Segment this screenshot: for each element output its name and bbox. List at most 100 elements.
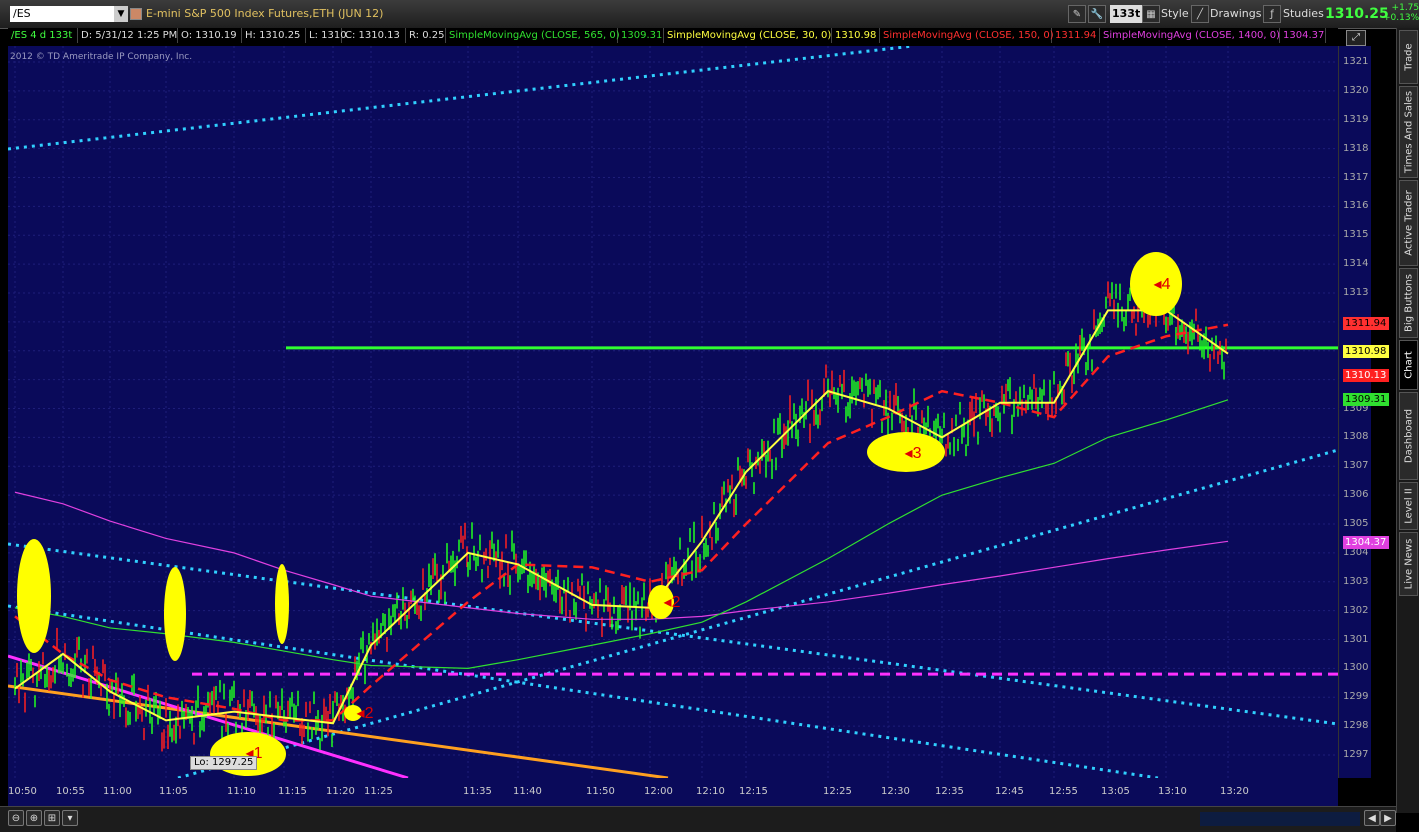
sma30-value: 1310.98 — [832, 28, 880, 43]
price-tick: 1318 — [1343, 142, 1369, 154]
annotation-ellipse — [275, 564, 289, 644]
trend-line-dotted — [177, 448, 1338, 778]
side-tab-active-trader[interactable]: Active Trader — [1399, 180, 1418, 266]
price-tick: 1299 — [1343, 691, 1369, 703]
crosshair-icon[interactable]: ✎ — [1068, 5, 1086, 23]
zoom-fit-icon[interactable]: ⊞ — [44, 810, 60, 826]
sma30-line — [14, 309, 1229, 725]
sma565-line — [14, 399, 1229, 669]
time-tick: 12:00 — [644, 786, 673, 797]
sma30-price-label: 1310.98 — [1343, 345, 1389, 358]
time-tick: 11:15 — [278, 786, 307, 797]
price-tick: 1320 — [1343, 84, 1369, 96]
drawings-icon[interactable]: ╱ — [1191, 5, 1209, 23]
side-tab-bar: Trade Times And Sales Active Trader Big But… — [1396, 28, 1419, 813]
chart-scrollbar[interactable] — [1200, 812, 1360, 826]
side-tab-chart[interactable]: Chart — [1399, 340, 1418, 390]
copyright-text: 2012 © TD Ameritrade IP Company, Inc. — [10, 52, 193, 62]
side-tab-label: Chart — [1403, 351, 1414, 379]
bottom-toolbar: ⊖ ⊕ ⊞ ▾ ◀ ▶ — [0, 806, 1396, 832]
side-tab-label: Live News — [1403, 538, 1414, 590]
chart-name: /ES 4 d 133t — [8, 28, 78, 43]
annotation-ellipse — [17, 539, 51, 653]
study-info-bar: /ES 4 d 133t D: 5/31/12 1:25 PM O: 1310.… — [8, 28, 1338, 44]
style-button[interactable]: Style — [1161, 5, 1189, 23]
price-tick: 1297 — [1343, 749, 1369, 760]
zoom-in-icon[interactable]: ⊕ — [26, 810, 42, 826]
price-chart: ◂1◂2◂2◂3◂4 — [8, 46, 1338, 778]
scroll-right-icon[interactable]: ▶ — [1380, 810, 1396, 826]
aggregation-badge[interactable]: 133t — [1110, 5, 1143, 23]
time-tick: 11:50 — [586, 786, 615, 797]
side-tab-times-and-sales[interactable]: Times And Sales — [1399, 86, 1418, 178]
bar-close: C: 1310.13 — [342, 28, 406, 43]
symbol-input[interactable]: /ES — [10, 6, 114, 22]
price-tick: 1319 — [1343, 113, 1369, 125]
side-tab-label: Big Buttons — [1403, 274, 1414, 332]
time-tick: 11:25 — [364, 786, 393, 797]
side-tab-label: Active Trader — [1403, 190, 1414, 256]
time-tick: 12:10 — [696, 786, 725, 797]
symbol-dropdown-icon[interactable]: ▼ — [114, 6, 128, 22]
sma150-line — [14, 323, 1229, 722]
change-pct: +0.13% — [1383, 13, 1419, 23]
price-tick: 1303 — [1343, 575, 1369, 587]
price-tick: 1306 — [1343, 489, 1369, 501]
price-tick: 1315 — [1343, 229, 1369, 241]
price-axis[interactable]: 1321132013191318131713161315131413131312… — [1338, 46, 1371, 778]
annotation-number: ◂4 — [1154, 276, 1171, 293]
grid-icon[interactable]: ▦ — [1142, 5, 1160, 23]
time-tick: 11:40 — [513, 786, 542, 797]
price-tick: 1302 — [1343, 604, 1369, 616]
side-tab-label: Times And Sales — [1403, 90, 1414, 174]
side-tab-level-ii[interactable]: Level II — [1399, 482, 1418, 530]
low-label: Lo: 1297.25 — [190, 756, 258, 770]
last-price: 1310.25 — [1325, 6, 1389, 22]
time-tick: 10:50 — [8, 786, 37, 797]
symbol-description: E-mini S&P 500 Index Futures,ETH (JUN 12… — [146, 7, 384, 20]
price-tick: 1314 — [1343, 258, 1369, 270]
studies-icon[interactable]: ƒ — [1263, 5, 1281, 23]
annotation-ellipse — [164, 567, 186, 661]
price-tick: 1321 — [1343, 56, 1369, 67]
time-tick: 12:55 — [1049, 786, 1078, 797]
side-tab-dashboard[interactable]: Dashboard — [1399, 392, 1418, 480]
symbol-info-icon[interactable] — [130, 8, 142, 20]
time-tick: 12:30 — [881, 786, 910, 797]
price-tick: 1305 — [1343, 518, 1369, 529]
sma30-label: SimpleMovingAvg (CLOSE, 30, 0) — [664, 28, 832, 43]
time-tick: 13:10 — [1158, 786, 1187, 797]
price-tick: 1298 — [1343, 720, 1369, 732]
bar-range: R: 0.25 — [406, 28, 446, 43]
price-change: +1.75 +0.13% — [1383, 3, 1419, 23]
side-tab-label: Dashboard — [1403, 408, 1414, 464]
sma565-price-label: 1309.31 — [1343, 393, 1389, 406]
side-tab-label: Level II — [1403, 488, 1414, 524]
price-tick: 1301 — [1343, 633, 1369, 645]
time-tick: 12:25 — [823, 786, 852, 797]
change-abs: +1.75 — [1391, 3, 1419, 13]
time-tick: 11:10 — [227, 786, 256, 797]
bar-open: O: 1310.19 — [178, 28, 242, 43]
chart-plot-area[interactable]: ◂1 ◂2 ◂2 ◂3 ◂4 — [8, 46, 1338, 778]
bar-date: D: 5/31/12 1:25 PM — [78, 28, 178, 43]
time-axis[interactable]: 10:50 10:55 11:00 11:05 11:10 11:15 11:20 11:25… — [8, 778, 1338, 806]
side-tab-big-buttons[interactable]: Big Buttons — [1399, 268, 1418, 338]
menu-icon[interactable]: ▾ — [62, 810, 78, 826]
annotation-number: ◂3 — [905, 445, 922, 462]
time-tick: 12:45 — [995, 786, 1024, 797]
wrench-icon[interactable]: 🔧 — [1088, 5, 1106, 23]
zoom-out-icon[interactable]: ⊖ — [8, 810, 24, 826]
price-tick: 1300 — [1343, 662, 1369, 674]
side-tab-trade[interactable]: Trade — [1399, 30, 1418, 84]
time-tick: 12:15 — [739, 786, 768, 797]
sma565-value: 1309.31 — [618, 28, 664, 43]
time-tick: 11:05 — [159, 786, 188, 797]
time-tick: 11:00 — [103, 786, 132, 797]
expand-icon[interactable]: ⤢ — [1346, 30, 1366, 46]
scroll-left-icon[interactable]: ◀ — [1364, 810, 1380, 826]
price-tick: 1317 — [1343, 171, 1369, 183]
drawings-button[interactable]: Drawings — [1210, 5, 1261, 23]
studies-button[interactable]: Studies — [1283, 5, 1324, 23]
side-tab-live-news[interactable]: Live News — [1399, 532, 1418, 596]
